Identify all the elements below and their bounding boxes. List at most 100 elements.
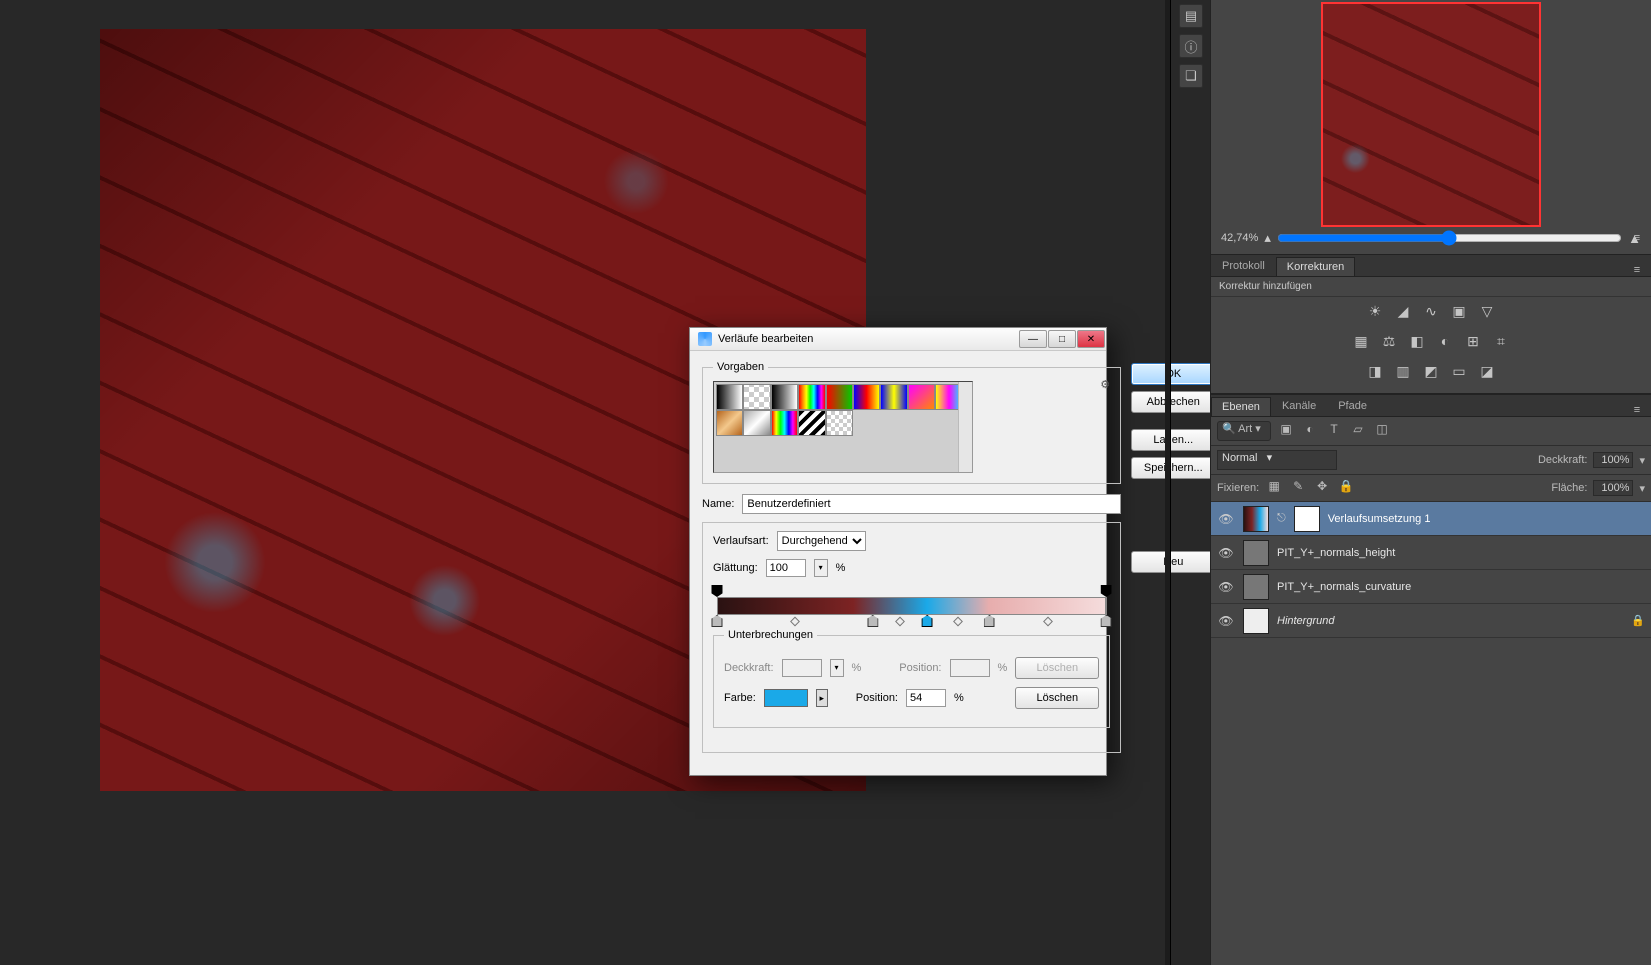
channel-mixer-icon[interactable]: ⊞ [1463,333,1483,351]
color-panel-icon[interactable]: ❏ [1179,64,1203,88]
midpoint-diamond[interactable] [1043,617,1053,627]
filter-type-icon[interactable]: T [1325,422,1343,440]
preset-swatch[interactable] [743,410,770,436]
preset-swatch[interactable] [908,384,935,410]
tab-kanaele[interactable]: Kanäle [1271,396,1327,416]
preset-swatch[interactable] [853,384,880,410]
window-maximize-button[interactable]: □ [1048,330,1076,348]
presets-list[interactable] [713,381,973,473]
layer-thumbnail[interactable] [1243,506,1269,532]
filter-shape-icon[interactable]: ▱ [1349,422,1367,440]
visibility-toggle-icon[interactable]: 👁 [1217,614,1235,628]
layer-row[interactable]: 👁⎋Verlaufsumsetzung 1 [1211,502,1651,536]
opacity-stop[interactable] [1101,585,1112,597]
midpoint-diamond[interactable] [895,617,905,627]
stop-color-swatch[interactable] [764,689,808,707]
gradient-name-input[interactable] [742,494,1121,514]
layer-row[interactable]: 👁Hintergrund🔒 [1211,604,1651,638]
bw-icon[interactable]: ◧ [1407,333,1427,351]
filter-pixel-icon[interactable]: ▣ [1277,422,1295,440]
load-button[interactable]: Laden... [1131,429,1215,451]
zoom-out-icon[interactable]: ▴ [1264,230,1271,246]
preset-swatch[interactable] [826,384,853,410]
dock-divider[interactable] [1165,0,1171,965]
smoothness-input[interactable] [766,559,806,577]
preset-swatch[interactable] [743,384,770,410]
visibility-toggle-icon[interactable]: 👁 [1217,580,1235,594]
window-minimize-button[interactable]: — [1019,330,1047,348]
layer-row[interactable]: 👁PIT_Y+_normals_height [1211,536,1651,570]
save-button[interactable]: Speichern... [1131,457,1215,479]
layer-thumbnail[interactable] [1243,574,1269,600]
preset-swatch[interactable] [798,410,825,436]
tab-protokoll[interactable]: Protokoll [1211,256,1276,276]
lock-all-icon[interactable]: 🔒 [1337,479,1355,497]
preset-swatch[interactable] [826,410,853,436]
layer-row[interactable]: 👁PIT_Y+_normals_curvature [1211,570,1651,604]
hue-icon[interactable]: ▦ [1351,333,1371,351]
smoothness-dropdown[interactable]: ▾ [814,559,828,577]
balance-icon[interactable]: ⚖ [1379,333,1399,351]
color-stop[interactable] [712,615,723,627]
levels-icon[interactable]: ◢ [1393,303,1413,321]
lock-pixels-icon[interactable]: ✎ [1289,479,1307,497]
blend-mode-select[interactable]: Normal ▾ [1217,450,1337,470]
stop-color-picker-button[interactable]: ▸ [816,689,828,707]
color-stop[interactable] [1101,615,1112,627]
info-panel-icon[interactable]: ⓘ [1179,34,1203,58]
visibility-toggle-icon[interactable]: 👁 [1217,546,1235,560]
gradient-preview[interactable] [717,597,1106,615]
lock-transparency-icon[interactable]: ▦ [1265,479,1283,497]
lock-position-icon[interactable]: ✥ [1313,479,1331,497]
tab-korrekturen[interactable]: Korrekturen [1276,257,1355,276]
invert-icon[interactable]: ◨ [1365,363,1385,381]
gradient-bar[interactable] [713,585,1110,627]
visibility-toggle-icon[interactable]: 👁 [1217,512,1235,526]
midpoint-diamond[interactable] [953,617,963,627]
navigator-menu-icon[interactable]: ≡ [1629,232,1645,244]
color-stop[interactable] [922,615,933,627]
layers-menu-icon[interactable]: ≡ [1629,404,1645,416]
selective-color-icon[interactable]: ◪ [1477,363,1497,381]
gradient-type-select[interactable]: Durchgehend [777,531,866,551]
brightness-icon[interactable]: ☀ [1365,303,1385,321]
stop-color-position-input[interactable] [906,689,946,707]
layer-opacity-value[interactable]: 100% [1593,452,1633,468]
filter-adjust-icon[interactable]: ◐ [1301,422,1319,440]
tab-ebenen[interactable]: Ebenen [1211,397,1271,416]
window-close-button[interactable]: ✕ [1077,330,1105,348]
vibrance-icon[interactable]: ▽ [1477,303,1497,321]
opacity-stop[interactable] [712,585,723,597]
zoom-slider[interactable] [1277,230,1622,246]
photo-filter-icon[interactable]: ◐ [1435,333,1455,351]
layer-filter-select[interactable]: 🔍 Art ▾ [1217,421,1271,441]
navigator-thumbnail[interactable] [1321,2,1541,227]
presets-menu-icon[interactable] [1100,378,1116,390]
curves-icon[interactable]: ∿ [1421,303,1441,321]
preset-swatch[interactable] [771,410,798,436]
tab-pfade[interactable]: Pfade [1327,396,1378,416]
fill-value[interactable]: 100% [1593,480,1633,496]
layer-thumbnail[interactable] [1243,608,1269,634]
preset-swatch[interactable] [880,384,907,410]
layer-thumbnail[interactable] [1243,540,1269,566]
ok-button[interactable]: OK [1131,363,1215,385]
dialog-titlebar[interactable]: Verläufe bearbeiten — □ ✕ [690,328,1106,351]
new-button[interactable]: Neu [1131,551,1215,573]
preset-swatch[interactable] [716,410,743,436]
adjustments-menu-icon[interactable]: ≡ [1629,264,1645,276]
delete-color-stop-button[interactable]: Löschen [1015,687,1099,709]
gradient-map-icon[interactable]: ▭ [1449,363,1469,381]
color-stop[interactable] [984,615,995,627]
preset-swatch[interactable] [716,384,743,410]
preset-swatch[interactable] [771,384,798,410]
filter-smart-icon[interactable]: ◫ [1373,422,1391,440]
cancel-button[interactable]: Abbrechen [1131,391,1215,413]
histogram-panel-icon[interactable]: ▤ [1179,4,1203,28]
exposure-icon[interactable]: ▣ [1449,303,1469,321]
threshold-icon[interactable]: ◩ [1421,363,1441,381]
color-stop[interactable] [867,615,878,627]
presets-scrollbar[interactable] [958,382,972,472]
layer-mask[interactable] [1294,506,1320,532]
midpoint-diamond[interactable] [790,617,800,627]
